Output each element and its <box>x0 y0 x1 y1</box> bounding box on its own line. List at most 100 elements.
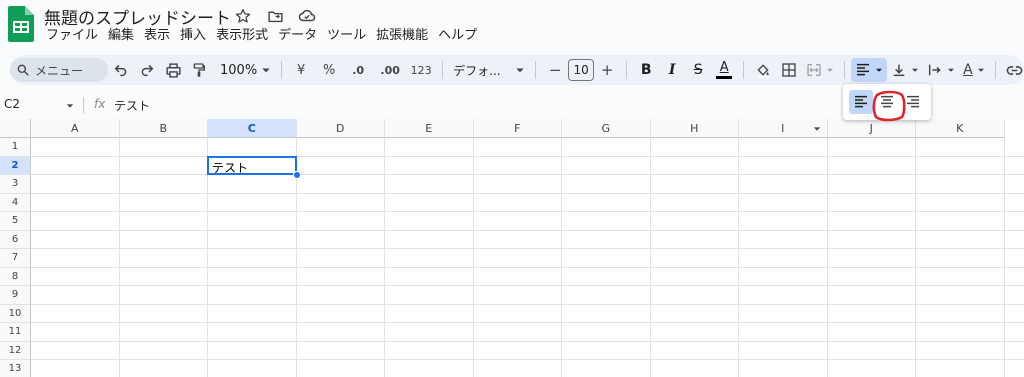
decrease-decimal-button[interactable]: .0 <box>342 58 374 82</box>
currency-label: ¥ <box>297 62 306 78</box>
row-header-2[interactable]: 2 <box>0 156 31 175</box>
menu-format[interactable]: 表示形式 <box>214 27 275 45</box>
select-all-corner[interactable] <box>0 119 31 138</box>
menu-extensions[interactable]: 拡張機能 <box>374 27 435 45</box>
number-format-button[interactable]: 123 <box>406 58 436 82</box>
search-label: メニュー <box>35 63 84 78</box>
row-header-3[interactable]: 3 <box>0 175 31 194</box>
column-header-g[interactable]: G <box>562 119 651 138</box>
menu-help[interactable]: ヘルプ <box>436 27 484 45</box>
font-family-select[interactable]: デフォ... <box>449 58 529 82</box>
column-header-a[interactable]: A <box>31 119 120 138</box>
insert-link-button[interactable] <box>1002 58 1024 82</box>
row-header-5[interactable]: 5 <box>0 212 31 231</box>
column-header-f[interactable]: F <box>473 119 562 138</box>
column-header-b[interactable]: B <box>119 119 208 138</box>
menu-file[interactable]: ファイル <box>44 27 105 45</box>
align-left-option[interactable] <box>849 90 873 114</box>
chevron-down-icon <box>876 68 882 72</box>
row-header-8[interactable]: 8 <box>0 267 31 286</box>
menu-edit[interactable]: 編集 <box>106 27 141 45</box>
row-gridline <box>31 340 1024 342</box>
increase-font-size-button[interactable]: + <box>594 58 620 82</box>
column-header-k[interactable]: K <box>916 119 1005 138</box>
text-wrapping-button[interactable] <box>923 58 959 82</box>
italic-label: I <box>668 62 676 78</box>
undo-button[interactable] <box>108 58 134 82</box>
zoom-select[interactable]: 100% <box>216 58 275 82</box>
print-icon <box>165 62 181 78</box>
bold-button[interactable]: B <box>633 58 659 82</box>
row-header-4[interactable]: 4 <box>0 193 31 212</box>
paint-format-button[interactable] <box>186 58 212 82</box>
row-header-10[interactable]: 10 <box>0 304 31 323</box>
column-menu-icon[interactable] <box>813 126 821 132</box>
column-header-j[interactable]: J <box>827 119 916 138</box>
column-header-h[interactable]: H <box>650 119 739 138</box>
selected-cell[interactable] <box>207 155 297 175</box>
chevron-down-icon[interactable] <box>66 103 74 109</box>
strikethrough-label: S <box>693 62 703 78</box>
bold-label: B <box>640 62 652 78</box>
vertical-align-button[interactable] <box>887 58 923 82</box>
row-header-13[interactable]: 13 <box>0 360 31 377</box>
minus-label: − <box>548 61 562 79</box>
move-to-folder-icon[interactable] <box>265 6 285 26</box>
increase-decimal-label: .00 <box>380 63 400 77</box>
increase-decimal-button[interactable]: .00 <box>374 58 406 82</box>
plus-label: + <box>600 61 614 79</box>
column-header-c[interactable]: C <box>208 119 297 138</box>
menu-data[interactable]: データ <box>276 27 324 45</box>
percent-format-button[interactable]: % <box>316 58 342 82</box>
menu-insert[interactable]: 挿入 <box>178 27 213 45</box>
star-icon[interactable] <box>233 6 253 26</box>
menu-bar: ファイル 編集 表示 挿入 表示形式 データ ツール 拡張機能 ヘルプ <box>44 27 485 45</box>
font-size-value: 10 <box>568 59 595 81</box>
formula-input[interactable]: テスト <box>114 97 150 114</box>
align-center-option[interactable] <box>875 90 899 114</box>
row-header-12[interactable]: 12 <box>0 341 31 360</box>
paint-format-icon <box>193 63 205 77</box>
row-header-11[interactable]: 11 <box>0 323 31 342</box>
row-header-6[interactable]: 6 <box>0 230 31 249</box>
decrease-decimal-label: .0 <box>352 63 365 77</box>
text-rotation-button[interactable]: A <box>959 58 989 82</box>
search-menus-box[interactable]: メニュー <box>10 58 108 82</box>
number-format-label: 123 <box>410 63 432 77</box>
row-gridline <box>31 285 1024 286</box>
sheets-logo[interactable] <box>8 6 34 42</box>
document-title[interactable]: 無題のスプレッドシート <box>44 4 231 29</box>
currency-format-button[interactable]: ¥ <box>288 58 314 82</box>
chevron-down-icon <box>948 68 954 72</box>
cloud-saved-icon[interactable] <box>297 6 317 26</box>
row-header-9[interactable]: 9 <box>0 286 31 305</box>
print-button[interactable] <box>160 58 186 82</box>
horizontal-align-button[interactable] <box>851 58 888 82</box>
text-color-button[interactable]: A <box>711 58 737 82</box>
borders-button[interactable] <box>776 58 802 82</box>
menu-view[interactable]: 表示 <box>142 27 177 45</box>
text-color-label: A <box>719 60 729 75</box>
chevron-down-icon <box>516 68 524 73</box>
row-header-1[interactable]: 1 <box>0 138 31 157</box>
italic-button[interactable]: I <box>659 58 685 82</box>
column-header-e[interactable]: E <box>385 119 474 138</box>
align-right-option[interactable] <box>901 90 925 114</box>
menu-tools[interactable]: ツール <box>325 27 373 45</box>
borders-icon <box>782 63 796 77</box>
font-size-field[interactable]: 10 <box>568 58 595 82</box>
chevron-down-icon <box>978 68 984 72</box>
row-gridline <box>31 174 1024 175</box>
paint-bucket-icon <box>757 64 770 78</box>
row-header-7[interactable]: 7 <box>0 249 31 268</box>
column-header-d[interactable]: D <box>296 119 385 138</box>
decrease-font-size-button[interactable]: − <box>542 58 568 82</box>
horizontal-align-menu <box>843 84 931 120</box>
spreadsheet-grid[interactable]: A B C D E F G H I J K 1 2 3 4 5 6 7 8 9 10 11 12 13 テスト <box>0 119 1024 377</box>
redo-button[interactable] <box>134 58 160 82</box>
name-box[interactable]: C2 <box>4 97 20 111</box>
fill-color-button[interactable] <box>750 58 776 82</box>
merge-cells-button[interactable] <box>802 58 838 82</box>
strikethrough-button[interactable]: S <box>685 58 711 82</box>
fill-handle[interactable] <box>292 171 301 179</box>
